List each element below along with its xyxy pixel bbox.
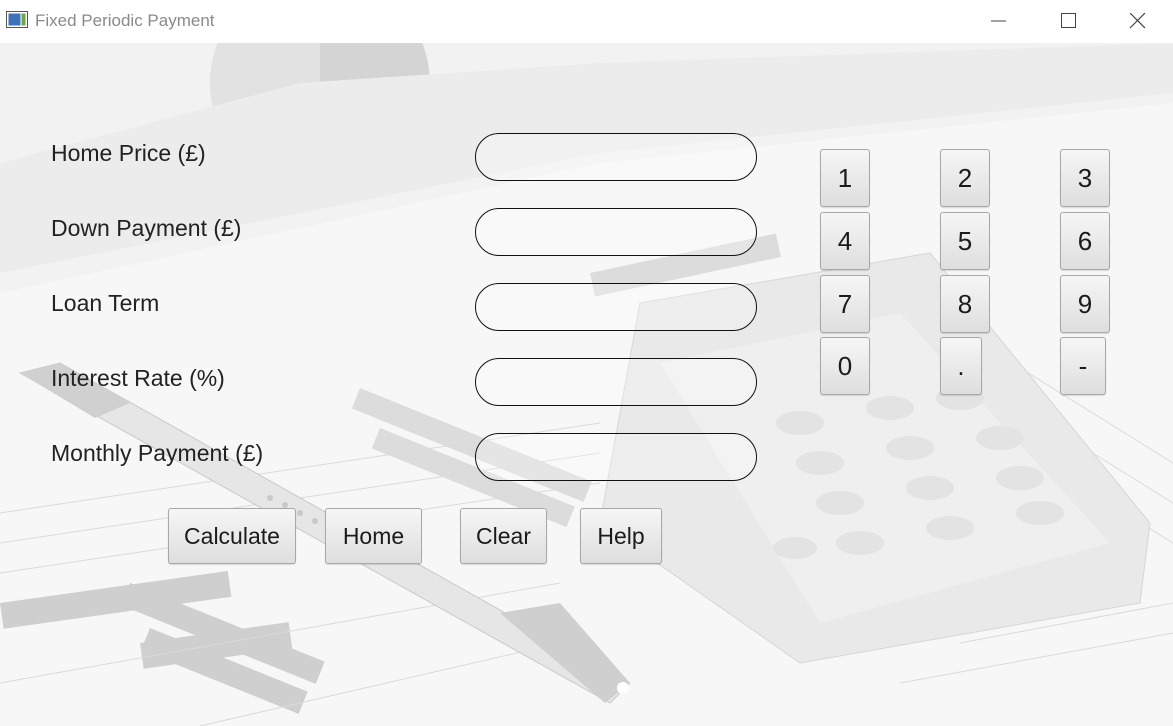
home-price-input[interactable] [475, 133, 757, 181]
home-price-label: Home Price (£) [51, 140, 206, 166]
key-minus-button[interactable]: - [1060, 337, 1106, 395]
key-2-button[interactable]: 2 [940, 149, 990, 207]
down-payment-input[interactable] [475, 208, 757, 256]
interest-rate-input[interactable] [475, 358, 757, 406]
window-title: Fixed Periodic Payment [35, 11, 215, 30]
key-4-button[interactable]: 4 [820, 212, 870, 270]
minimize-button[interactable] [964, 0, 1034, 43]
key-9-button[interactable]: 9 [1060, 275, 1110, 333]
key-7-button[interactable]: 7 [820, 275, 870, 333]
maximize-button[interactable] [1034, 0, 1104, 43]
close-button[interactable] [1103, 0, 1173, 43]
maximize-icon [1061, 13, 1076, 28]
key-3-button[interactable]: 3 [1060, 149, 1110, 207]
close-icon [1129, 13, 1146, 29]
key-0-button[interactable]: 0 [820, 337, 870, 395]
help-button[interactable]: Help [580, 508, 662, 564]
app-icon [6, 11, 28, 28]
interest-rate-label: Interest Rate (%) [51, 365, 225, 391]
key-5-button[interactable]: 5 [940, 212, 990, 270]
key-1-button[interactable]: 1 [820, 149, 870, 207]
key-decimal-button[interactable]: . [940, 337, 982, 395]
title-bar: Fixed Periodic Payment [0, 0, 1173, 43]
calculate-button[interactable]: Calculate [168, 508, 296, 564]
key-8-button[interactable]: 8 [940, 275, 990, 333]
loan-term-input[interactable] [475, 283, 757, 331]
minimize-icon [991, 20, 1006, 22]
loan-term-label: Loan Term [51, 290, 160, 316]
main-content: Home Price (£) Down Payment (£) Loan Ter… [0, 43, 1173, 726]
monthly-payment-input[interactable] [475, 433, 757, 481]
monthly-payment-label: Monthly Payment (£) [51, 440, 264, 466]
key-6-button[interactable]: 6 [1060, 212, 1110, 270]
clear-button[interactable]: Clear [460, 508, 547, 564]
down-payment-label: Down Payment (£) [51, 215, 242, 241]
home-button[interactable]: Home [325, 508, 422, 564]
